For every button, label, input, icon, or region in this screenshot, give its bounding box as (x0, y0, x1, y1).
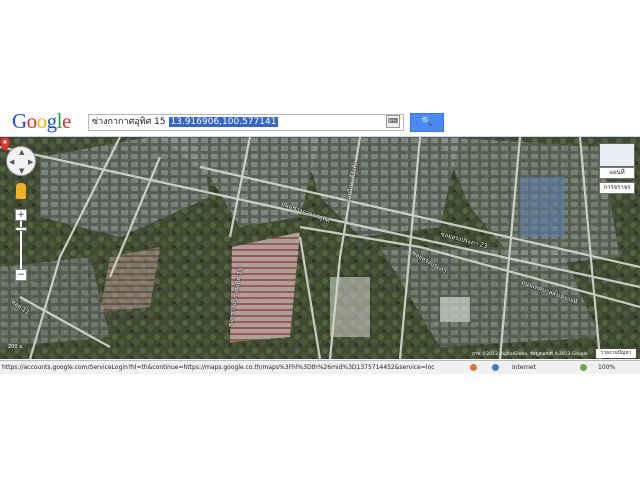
privacy-icon[interactable] (470, 364, 477, 371)
traffic-button[interactable]: การจราจร (599, 182, 635, 194)
keyboard-icon[interactable]: ⌨ (386, 115, 400, 128)
pan-control[interactable]: ▲ ◀ ▶ ▼ (6, 146, 36, 176)
security-zone: Internet (512, 364, 536, 371)
pan-up-icon[interactable]: ▲ (19, 148, 24, 156)
map-canvas[interactable]: ซอยช่างอากาศอุทิศ 15 ถนนช่างอากาศอุทิศ ซ… (0, 137, 640, 359)
map-scale: 200 ม. (8, 344, 25, 350)
search-prefix-text: ซ่างกากาศอุทิศ 15 (92, 117, 166, 127)
map-thumbnail[interactable] (599, 143, 635, 167)
zoom-in-button[interactable]: + (15, 209, 27, 221)
search-button[interactable]: 🔍 (410, 113, 444, 132)
protected-mode-icon[interactable] (580, 364, 587, 371)
search-selected-coords: 13.916906,100.577141 (168, 117, 279, 127)
report-problem-link[interactable]: รายงานปัญหา (596, 349, 636, 358)
search-input[interactable]: ซ่างกากาศอุทิศ 15 13.916906,100.577141 (88, 114, 404, 131)
pan-left-icon[interactable]: ◀ (9, 158, 14, 166)
browser-status-bar: https://accounts.google.com/ServiceLogin… (0, 360, 640, 374)
map-type-button[interactable]: แผนที่ (599, 167, 635, 179)
search-icon: 🔍 (421, 117, 433, 127)
zoom-out-button[interactable]: − (15, 269, 27, 281)
google-header: Google ซ่างกากาศอุทิศ 15 13.916906,100.5… (0, 106, 640, 137)
map-copyright: ภาพ ©2013 DigitalGlobe, ข้อมูลแผนที่ ©20… (472, 352, 588, 357)
pan-down-icon[interactable]: ▼ (19, 167, 24, 175)
location-marker-icon[interactable] (0, 137, 10, 151)
zoom-control[interactable]: + − (15, 209, 27, 281)
pan-right-icon[interactable]: ▶ (28, 158, 33, 166)
zoom-slider-thumb[interactable] (15, 227, 27, 231)
map-type-control[interactable]: แผนที่ การจราจร (599, 143, 635, 203)
internet-zone-icon (492, 364, 499, 371)
zoom-level[interactable]: 100% (598, 364, 615, 371)
satellite-imagery (0, 137, 640, 359)
google-logo[interactable]: Google (12, 109, 71, 134)
pegman-icon[interactable] (16, 183, 26, 199)
status-url: https://accounts.google.com/ServiceLogin… (2, 364, 435, 371)
